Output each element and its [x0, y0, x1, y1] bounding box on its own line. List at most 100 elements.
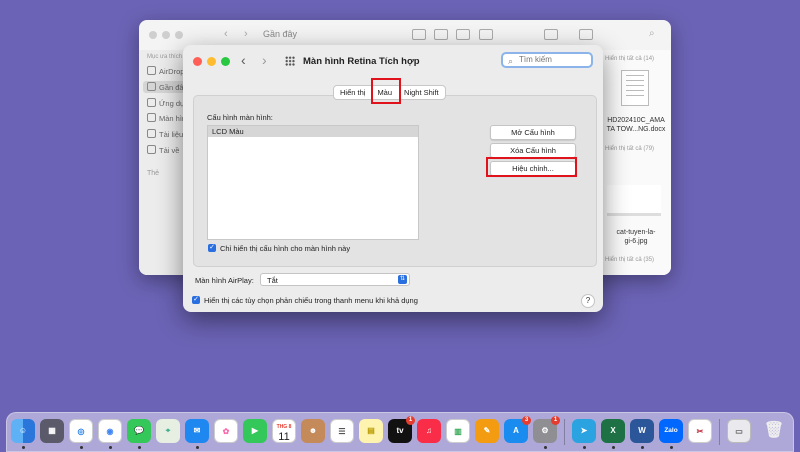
- finder-minimize-button[interactable]: [162, 31, 170, 39]
- finder-search-icon[interactable]: ⌕: [649, 28, 655, 39]
- desktop-icon: [147, 113, 156, 122]
- file-name[interactable]: cat-tuyen-la-gi-6.jpg: [605, 228, 667, 246]
- dock-separator: [719, 419, 720, 445]
- pages-icon[interactable]: ✎: [475, 419, 499, 443]
- show-all-grid-icon[interactable]: [285, 56, 295, 66]
- mirroring-checkbox[interactable]: ✓: [192, 296, 200, 304]
- dock-separator: [564, 419, 565, 445]
- chrome-icon[interactable]: ◉: [98, 419, 122, 443]
- search-input[interactable]: [519, 55, 589, 64]
- search-icon: ⌕: [508, 56, 514, 66]
- highlight-box-color-tab: [371, 78, 401, 104]
- finder-sidebar: Mục ưa thích AirDrop Gần đây Ứng dụng Mà…: [139, 50, 193, 275]
- sidebar-item-documents[interactable]: Tài liệu: [147, 129, 183, 139]
- tv-badge: 1: [406, 416, 415, 425]
- show-all-link[interactable]: Hiển thị tất cả (79): [605, 146, 654, 152]
- finder-icon[interactable]: ☺: [11, 419, 35, 443]
- sidebar-tags-header: Thẻ: [147, 170, 160, 177]
- airdrop-icon: [147, 66, 156, 75]
- show-only-checkbox[interactable]: ✓: [208, 244, 216, 252]
- show-all-link[interactable]: Hiển thị tất cả (14): [605, 56, 654, 62]
- notes-icon[interactable]: ▤: [359, 419, 383, 443]
- file-name[interactable]: HD202410C_AMA TA TOW...NG.docx: [605, 116, 667, 134]
- help-button[interactable]: ?: [581, 294, 595, 308]
- app-icon[interactable]: ✂: [688, 419, 712, 443]
- applications-icon: [147, 98, 156, 107]
- apple-tv-icon[interactable]: tv 1: [388, 416, 415, 443]
- minimize-button[interactable]: [207, 57, 216, 66]
- maps-icon[interactable]: ⌖: [156, 419, 180, 443]
- search-field[interactable]: ⌕: [501, 52, 593, 68]
- launchpad-icon[interactable]: ▦: [40, 419, 64, 443]
- sidebar-item-downloads[interactable]: Tải về: [147, 145, 179, 155]
- tab-display[interactable]: Hiển thị: [334, 86, 371, 99]
- running-indicator: [641, 446, 644, 449]
- excel-icon[interactable]: X: [601, 419, 625, 443]
- tag-icon[interactable]: [579, 29, 593, 40]
- running-indicator: [612, 446, 615, 449]
- zalo-icon[interactable]: Zalo: [659, 419, 683, 443]
- finder-back-icon[interactable]: ‹: [224, 28, 228, 40]
- running-indicator: [583, 446, 586, 449]
- finder-content-right: Hiển thị tất cả (14) HD202410C_AMA TA TOW…: [599, 50, 671, 275]
- music-icon[interactable]: ♫: [417, 419, 441, 443]
- system-settings-icon[interactable]: ⚙ 1: [533, 416, 560, 443]
- running-indicator: [544, 446, 547, 449]
- running-indicator: [196, 446, 199, 449]
- display-preferences-window[interactable]: ‹ › Màn hình Retina Tích hợp ⌕ Cấu hình …: [183, 45, 603, 312]
- icon-view-icon[interactable]: [412, 29, 426, 40]
- color-panel: Cấu hình màn hình: LCD Màu Mở Cấu hình X…: [193, 95, 597, 267]
- show-all-link[interactable]: Hiển thị tất cả (35): [605, 257, 654, 263]
- word-icon[interactable]: W: [630, 419, 654, 443]
- running-indicator: [670, 446, 673, 449]
- dock: ☺ ▦ ◎ ◉ 💬 ⌖ ✉ ✿ ▶ THG 8 11 ☻ ☰ ▤ tv 1 ♫ ▥ …: [6, 412, 794, 452]
- messages-icon[interactable]: 💬: [127, 419, 151, 443]
- zoom-button[interactable]: [221, 57, 230, 66]
- facetime-icon[interactable]: ▶: [243, 419, 267, 443]
- airplay-select[interactable]: Tắt ⇅: [260, 273, 410, 286]
- numbers-icon[interactable]: ▥: [446, 419, 470, 443]
- sidebar-item-airdrop[interactable]: AirDrop: [147, 66, 184, 76]
- show-only-label: Chỉ hiển thị cấu hình cho màn hình này: [220, 244, 351, 253]
- finder-zoom-button[interactable]: [175, 31, 183, 39]
- reminders-icon[interactable]: ☰: [330, 419, 354, 443]
- mirroring-label: Hiển thị các tùy chọn phản chiếu trong t…: [204, 296, 418, 305]
- profile-list[interactable]: LCD Màu: [207, 125, 419, 240]
- app-store-icon[interactable]: A3: [504, 416, 531, 443]
- document-icon: [147, 129, 156, 138]
- open-profile-button[interactable]: Mở Cấu hình: [490, 125, 576, 140]
- finder-title: Gần đây: [263, 29, 298, 39]
- back-icon[interactable]: ‹: [241, 52, 246, 68]
- running-indicator: [138, 446, 141, 449]
- list-view-icon[interactable]: [434, 29, 448, 40]
- download-icon: [147, 145, 156, 154]
- running-indicator: [22, 446, 25, 449]
- contacts-icon[interactable]: ☻: [301, 419, 325, 443]
- clock-icon: [147, 82, 156, 91]
- finder-forward-icon[interactable]: ›: [244, 28, 248, 40]
- photos-icon[interactable]: ✿: [214, 419, 238, 443]
- tab-night-shift[interactable]: Night Shift: [398, 86, 445, 99]
- settings-badge: 1: [551, 416, 560, 425]
- safari-icon[interactable]: ◎: [69, 419, 93, 443]
- running-indicator: [109, 446, 112, 449]
- sidebar-item-recents[interactable]: Gần đây: [143, 81, 187, 93]
- running-indicator: [80, 446, 83, 449]
- profile-list-item[interactable]: LCD Màu: [208, 126, 418, 137]
- forward-icon[interactable]: ›: [262, 52, 267, 68]
- close-button[interactable]: [193, 57, 202, 66]
- calendar-icon[interactable]: THG 8 11: [272, 419, 296, 443]
- finder-close-button[interactable]: [149, 31, 157, 39]
- delete-profile-button[interactable]: Xóa Cấu hình: [490, 143, 576, 158]
- trash-icon[interactable]: 🗑: [762, 419, 786, 443]
- mail-icon[interactable]: ✉: [185, 419, 209, 443]
- share-icon[interactable]: [544, 29, 558, 40]
- gallery-view-icon[interactable]: [479, 29, 493, 40]
- column-view-icon[interactable]: [456, 29, 470, 40]
- chevron-updown-icon: ⇅: [398, 275, 407, 284]
- image-file-thumbnail[interactable]: [607, 185, 661, 216]
- docx-file-thumbnail[interactable]: [621, 70, 649, 106]
- downloads-stack-icon[interactable]: ▭: [727, 419, 751, 443]
- telegram-icon[interactable]: ➤: [572, 419, 596, 443]
- highlight-box-calibrate: [486, 157, 577, 177]
